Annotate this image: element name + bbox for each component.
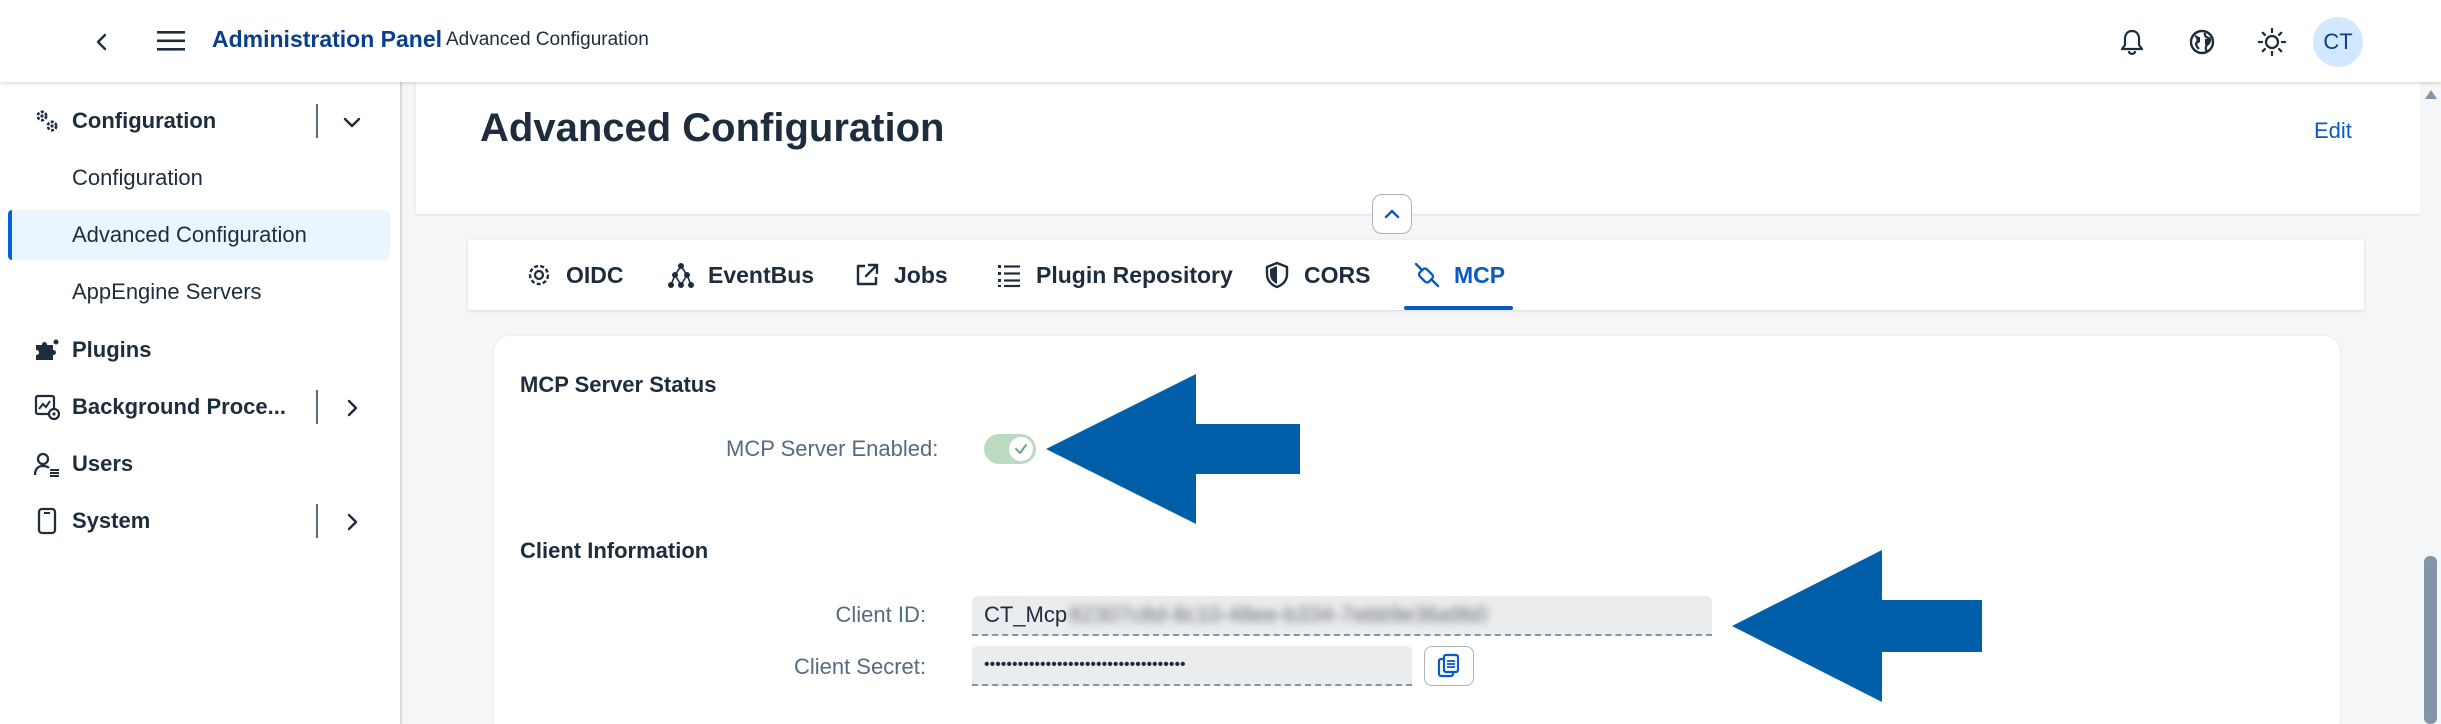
mcp-panel: MCP Server Status MCP Server Enabled: Cl… [494, 336, 2340, 724]
language-button[interactable] [2182, 22, 2222, 62]
app-subtitle: Advanced Configuration [446, 29, 649, 50]
main-content: Advanced Configuration Edit OIDC EventBu… [404, 82, 2420, 724]
tab-label: MCP [1454, 261, 1506, 288]
sidebar-item-label: Configuration [72, 165, 203, 190]
settings-icon [524, 260, 554, 290]
back-icon [96, 33, 107, 51]
app-title[interactable]: Administration Panel [212, 26, 442, 53]
chevron-up-icon [1384, 209, 1400, 219]
sidebar-item-label: Plugins [72, 337, 152, 362]
client-id-obscured: 82307c8d-8c10-48ee-b334-7ebb9e36a9b0 [1069, 602, 1488, 627]
bell-icon [2120, 29, 2144, 55]
sidebar-item-label: Configuration [72, 108, 217, 133]
tab-bar: OIDC EventBus Jobs Plugin Repository COR… [468, 240, 2364, 310]
list-icon [994, 260, 1024, 290]
tab-jobs[interactable]: Jobs [852, 240, 948, 310]
network-icon [666, 260, 696, 290]
tab-label: EventBus [708, 261, 815, 288]
client-id-prefix: CT_Mcp [984, 602, 1068, 627]
client-secret-field[interactable]: •••••••••••••••••••••••••••••••••••• [972, 646, 1412, 686]
connector-icon [1412, 260, 1442, 290]
page-title: Advanced Configuration [480, 106, 945, 150]
collapse-header-button[interactable] [1372, 194, 1412, 234]
user-avatar[interactable]: CT [2313, 17, 2363, 67]
gears-icon [32, 106, 62, 136]
edit-button[interactable]: Edit [2314, 118, 2352, 144]
tab-plugin-repository[interactable]: Plugin Repository [994, 240, 1233, 310]
scroll-up-icon[interactable] [2425, 90, 2437, 99]
chevron-right-icon[interactable] [336, 506, 368, 538]
annotation-arrow [1046, 374, 1300, 524]
divider [316, 390, 318, 424]
theme-icon [2257, 27, 2287, 57]
vertical-scrollbar[interactable] [2420, 82, 2441, 724]
tab-label: Jobs [894, 261, 948, 288]
sidebar-item-system[interactable]: System [0, 496, 400, 546]
tab-label: CORS [1304, 261, 1371, 288]
sidebar-item-label: System [72, 508, 151, 533]
tab-label: Plugin Repository [1036, 261, 1233, 288]
client-secret-label: Client Secret: [793, 654, 926, 679]
client-id-label: Client ID: [835, 602, 926, 627]
sidebar: Configuration Configuration Advanced Con… [0, 82, 402, 724]
menu-button[interactable] [150, 20, 192, 62]
shell-bar: Administration Panel Advanced Configurat… [0, 0, 2441, 82]
tab-cors[interactable]: CORS [1262, 240, 1370, 310]
copy-secret-button[interactable] [1424, 646, 1474, 686]
sidebar-item-configuration[interactable]: Configuration [8, 153, 390, 203]
chevron-right-icon[interactable] [336, 392, 368, 424]
theme-button[interactable] [2252, 22, 2292, 62]
menu-icon [157, 31, 185, 51]
page-header: Advanced Configuration Edit [416, 82, 2420, 214]
tab-mcp[interactable]: MCP [1403, 240, 1514, 310]
sidebar-item-label: Background Proce... [72, 394, 286, 419]
sidebar-item-background-processes[interactable]: Background Proce... [0, 382, 400, 432]
divider [316, 504, 318, 538]
sidebar-item-users[interactable]: Users [0, 439, 400, 489]
sidebar-item-advanced-configuration[interactable]: Advanced Configuration [8, 210, 390, 260]
annotation-arrow [1732, 550, 1982, 702]
check-icon [1009, 437, 1033, 461]
puzzle-icon [32, 335, 62, 365]
copy-icon [1437, 653, 1460, 678]
globe-icon [2189, 29, 2215, 55]
mcp-server-enabled-label: MCP Server Enabled: [726, 436, 939, 461]
share-icon [852, 260, 882, 290]
tab-label: OIDC [566, 261, 624, 288]
tab-eventbus[interactable]: EventBus [666, 240, 814, 310]
sidebar-item-label: Advanced Configuration [72, 222, 307, 247]
sidebar-item-appengine-servers[interactable]: AppEngine Servers [8, 267, 390, 317]
sidebar-item-label: AppEngine Servers [72, 279, 262, 304]
users-icon [32, 449, 62, 479]
mcp-server-status-title: MCP Server Status [520, 372, 717, 397]
notifications-button[interactable] [2112, 22, 2152, 62]
client-id-field[interactable]: CT_Mcp 82307c8d-8c10-48ee-b334-7ebb9e36a… [972, 596, 1712, 636]
client-secret-value: •••••••••••••••••••••••••••••••••••• [984, 656, 1186, 673]
tab-oidc[interactable]: OIDC [524, 240, 624, 310]
sidebar-item-configuration-group[interactable]: Configuration [0, 96, 400, 146]
process-icon [32, 392, 62, 422]
scrollbar-thumb[interactable] [2424, 556, 2437, 724]
device-icon [32, 506, 62, 536]
sidebar-item-plugins[interactable]: Plugins [0, 325, 400, 375]
mcp-server-enabled-switch[interactable] [984, 434, 1036, 464]
sidebar-item-label: Users [72, 451, 134, 476]
client-information-title: Client Information [520, 538, 709, 563]
divider [316, 104, 318, 138]
back-button[interactable] [82, 22, 122, 62]
chevron-down-icon[interactable] [336, 106, 368, 138]
shield-icon [1262, 260, 1292, 290]
